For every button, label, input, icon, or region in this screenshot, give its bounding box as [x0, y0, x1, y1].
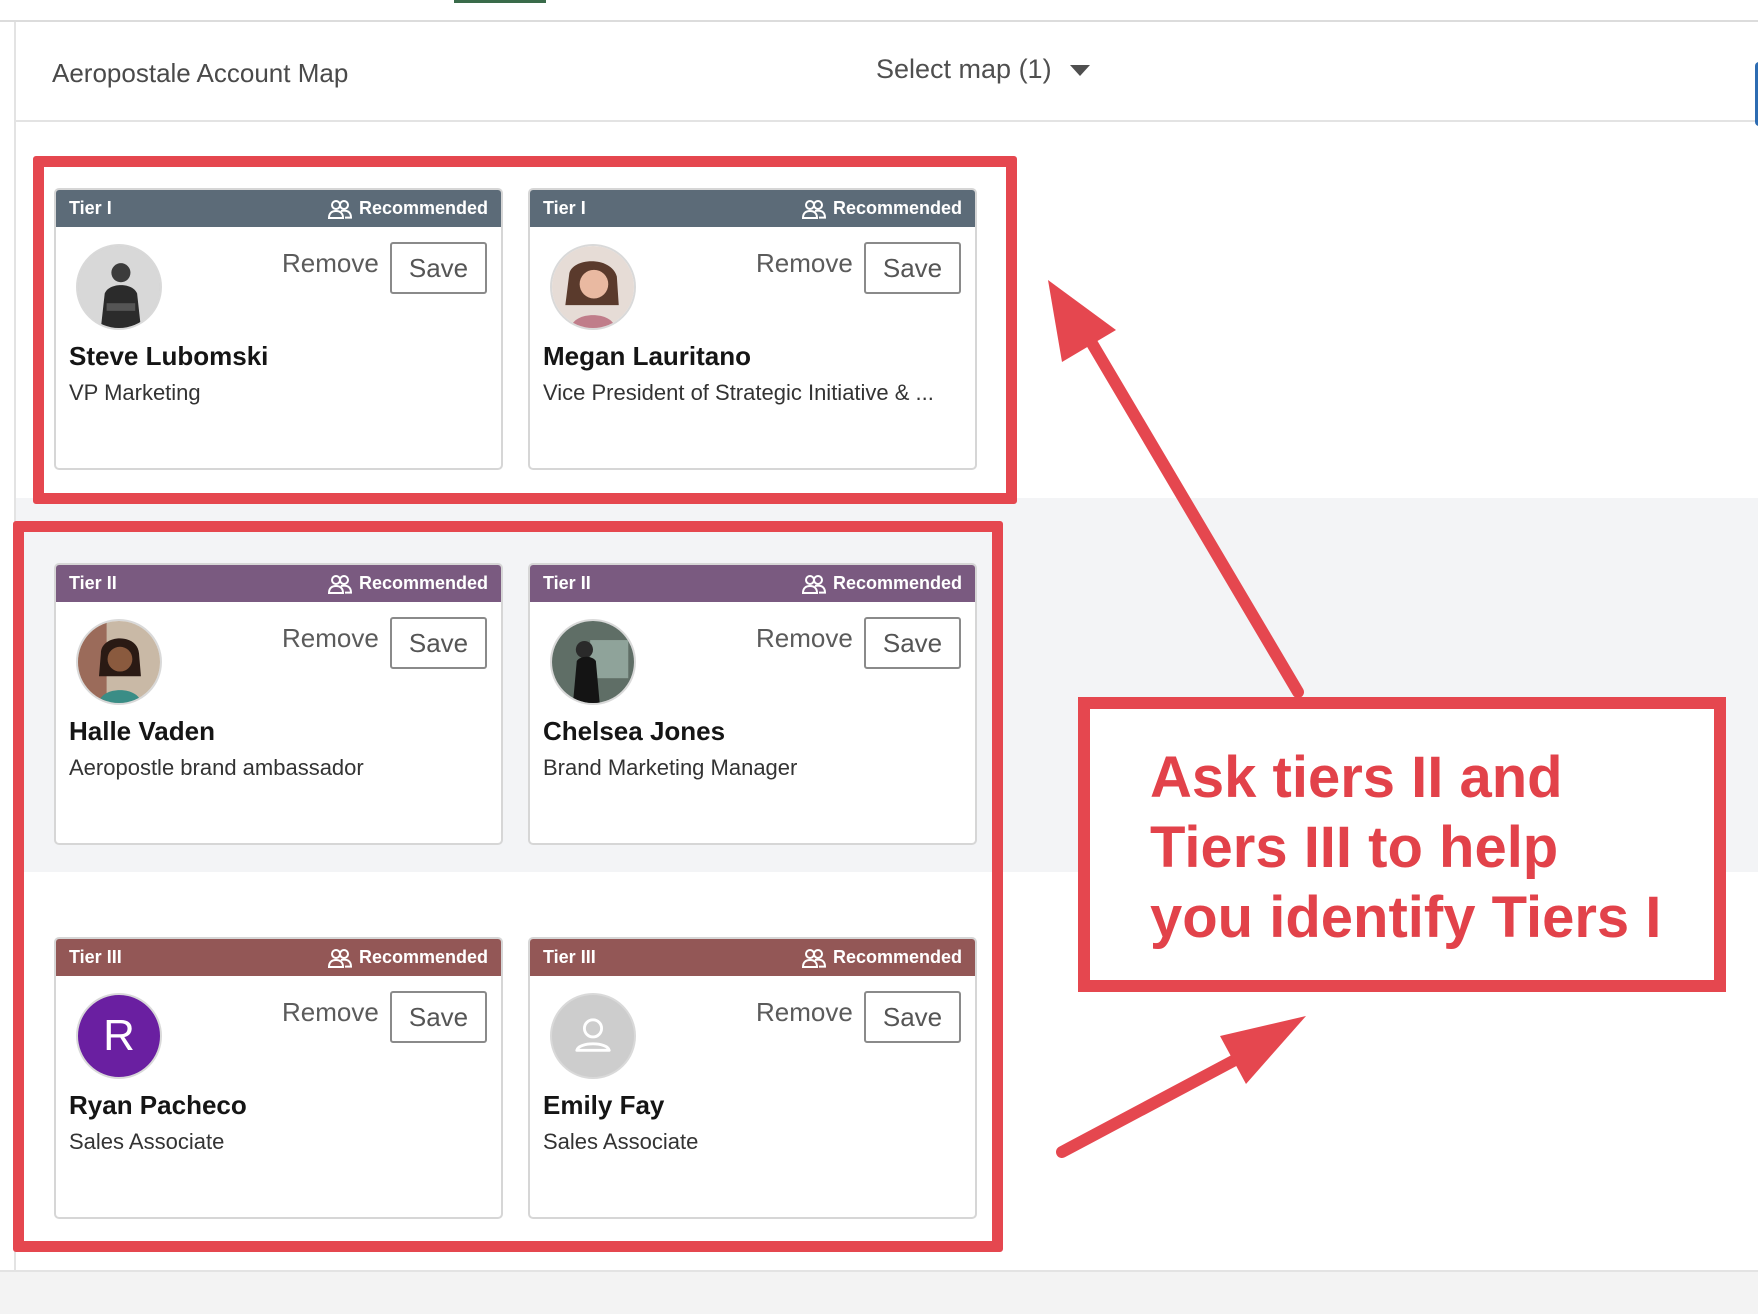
annotation-text: Ask tiers II and Tiers III to help you i…: [1150, 743, 1710, 953]
select-map-dropdown[interactable]: Select map (1): [876, 54, 1090, 85]
select-map-label: Select map (1): [876, 54, 1052, 85]
account-map-header: Aeropostale Account Map Select map (1): [16, 22, 1758, 122]
tier-i-highlight-box: [33, 156, 1017, 504]
tier-ii-iii-highlight-box: [13, 521, 1003, 1252]
active-tab-indicator: [454, 0, 546, 3]
annotation-line-3: you identify Tiers I: [1150, 883, 1710, 953]
browser-top-strip: [0, 0, 1758, 22]
annotation-line-2: Tiers III to help: [1150, 813, 1710, 883]
annotation-line-1: Ask tiers II and: [1150, 743, 1710, 813]
page-title: Aeropostale Account Map: [52, 58, 348, 89]
arrow-right-up-icon: [1062, 1016, 1306, 1152]
footer-band: [0, 1270, 1758, 1314]
caret-down-icon: [1070, 65, 1090, 76]
